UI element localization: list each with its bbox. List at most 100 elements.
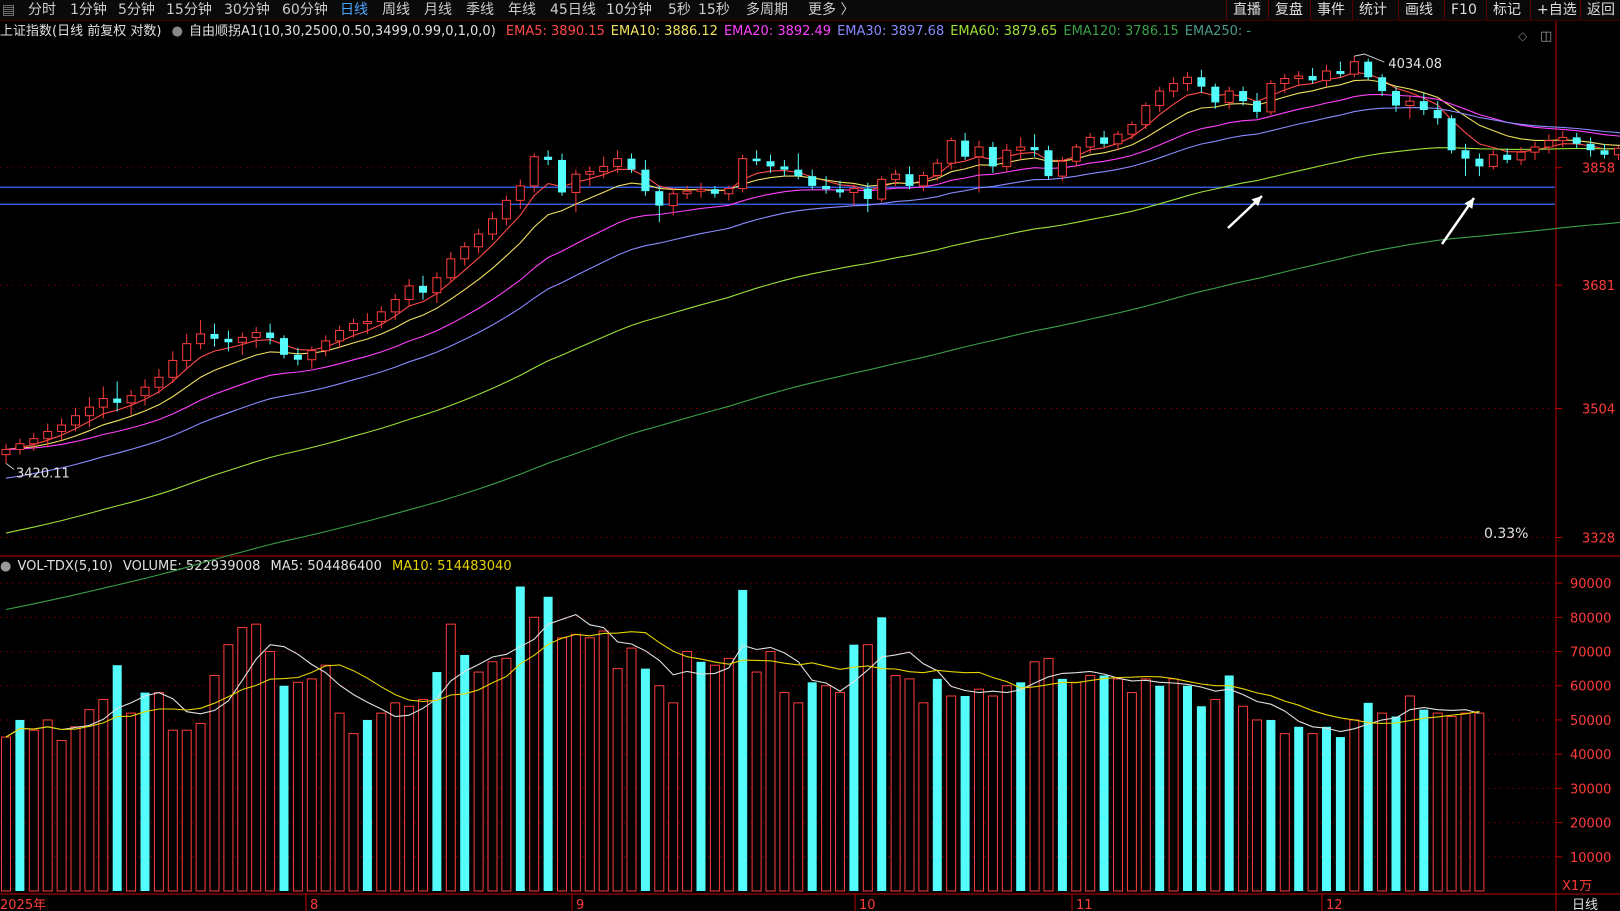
candle-body-down [210, 333, 219, 339]
toolbar-button-6[interactable]: 标记 [1486, 0, 1527, 20]
candle-body-up [724, 188, 734, 195]
volume-value: VOLUME: 522939008 [122, 559, 261, 574]
candle-body-down [1336, 71, 1345, 75]
price-volume-chart[interactable]: 3858 3681 3504 3328 90000 80000 70000 60000 5000… [0, 0, 1620, 911]
volume-bar-up [348, 733, 359, 892]
candle-body-down [808, 176, 817, 186]
toolbar-button-2[interactable]: 事件 [1310, 0, 1351, 20]
candle-body-up [1488, 154, 1498, 167]
toolbar-button-7[interactable]: +自选 [1530, 0, 1583, 20]
toolbar-button-3[interactable]: 统计 [1352, 0, 1393, 20]
annotation-arrow-head [1464, 198, 1474, 209]
volume-bar-up [1432, 712, 1443, 892]
tab-period-0[interactable]: 分时 [28, 0, 56, 20]
volume-bar-up [1349, 719, 1360, 892]
volume-bar-up [1404, 695, 1415, 892]
toolbar-button-1[interactable]: 复盘 [1268, 0, 1309, 20]
candle-body-up [1071, 146, 1081, 162]
toolbar-button-8[interactable]: 返回 [1580, 0, 1620, 20]
tab-period-4[interactable]: 30分钟 [224, 0, 270, 20]
tab-period-6[interactable]: 日线 [340, 0, 368, 20]
candle-body-up [515, 185, 525, 201]
candle-body-up [1183, 76, 1192, 85]
price-legend: 上证指数(日线 前复权 对数) ● 自由顺拐A1(10,30,2500,0.50… [0, 23, 1263, 41]
volume-bar-up [1001, 685, 1012, 892]
candle-body-up [237, 336, 247, 343]
tab-period-10[interactable]: 年线 [508, 0, 536, 20]
volume-bar-up [265, 651, 276, 892]
tab-period-8[interactable]: 月线 [424, 0, 452, 20]
candle-body-down [905, 174, 914, 186]
candle-body-up [1266, 83, 1276, 113]
candle-body-down [280, 338, 288, 355]
tab-period-7[interactable]: 周线 [382, 0, 410, 20]
volume-bar-up [1071, 681, 1082, 892]
menu-icon[interactable]: ▤ [2, 0, 15, 20]
tab-period-15[interactable]: 多周期 [746, 0, 788, 20]
candle-body-up [1349, 61, 1359, 75]
volume-bar-up [1279, 733, 1290, 892]
candle-body-down [419, 285, 427, 293]
period-toolbar: ▤ 分时 1分钟 5分钟 15分钟 30分钟 60分钟 日线 周线 月线 季线 年线 45日线 10分钟… [0, 0, 1620, 21]
candle-body-down [752, 158, 761, 162]
tab-period-13[interactable]: 5秒 [668, 0, 691, 20]
tab-period-16[interactable]: 更多 〉 [808, 0, 854, 20]
volume-bar-down [140, 692, 150, 891]
volume-bar-down [932, 678, 942, 891]
ema-legend: EMA5: 3890.15 EMA10: 3886.12 EMA20: 3892.4… [506, 24, 1257, 39]
indicator-params[interactable]: 自由顺拐A1(10,30,2500,0.50,3499,0.99,0,1,0,0… [189, 24, 496, 39]
volume-bar-down [1224, 675, 1234, 891]
indicator-dot-icon[interactable]: ● [172, 24, 183, 39]
volume-bar-up [1113, 678, 1123, 892]
candle-body-up [376, 311, 386, 323]
volume-bar-up [1210, 698, 1221, 892]
candle-body-down [961, 140, 970, 157]
tab-period-9[interactable]: 季线 [466, 0, 494, 20]
volume-bar-up [821, 685, 832, 892]
tab-period-1[interactable]: 1分钟 [70, 0, 107, 20]
candle-body-up [390, 299, 400, 313]
candle-body-down [1503, 154, 1512, 160]
volume-bar-down [515, 586, 525, 891]
candle-body-up [1141, 105, 1151, 126]
low-price-label: 3420.11 [16, 466, 70, 481]
volume-bar-up [723, 657, 734, 892]
volume-bar-up [487, 661, 498, 892]
volume-bar-up [1085, 674, 1096, 892]
volume-bar-down [1363, 702, 1373, 891]
candle-body-down [113, 398, 122, 403]
toolbar-button-5[interactable]: F10 [1444, 0, 1483, 20]
chart-title: 上证指数(日线 前复权 对数) [0, 24, 162, 39]
candle-body-down [766, 161, 775, 167]
candle-body-up [613, 158, 623, 167]
tab-period-5[interactable]: 60分钟 [282, 0, 328, 20]
tab-period-14[interactable]: 15秒 [698, 0, 730, 20]
candle-body-up [335, 329, 345, 342]
volume-bar-up [598, 630, 609, 892]
candle-body-up [321, 340, 331, 352]
toolbar-button-4[interactable]: 画线 [1398, 0, 1439, 20]
tab-period-3[interactable]: 15分钟 [166, 0, 212, 20]
price-tick-label: 3681 [1582, 279, 1615, 294]
tab-period-2[interactable]: 5分钟 [118, 0, 155, 20]
volume-bar-up [654, 685, 665, 892]
ema-line-120 [5, 221, 1620, 611]
candle-body-up [154, 376, 164, 388]
volume-bar-down [1335, 737, 1345, 891]
volume-bar-up [28, 729, 39, 892]
tab-period-11[interactable]: 45日线 [550, 0, 596, 20]
tab-period-12[interactable]: 10分钟 [606, 0, 652, 20]
candle-body-up [1085, 136, 1095, 148]
volume-tick-label: 90000 [1570, 577, 1611, 592]
toolbar-button-0[interactable]: 直播 [1226, 0, 1267, 20]
candle-body-down [1197, 77, 1206, 87]
collapse-icon[interactable]: ● [0, 559, 11, 574]
price-tick-label: 3504 [1582, 403, 1615, 418]
volume-bar-up [682, 651, 693, 892]
candle-body-up [571, 173, 581, 193]
volume-bar-up [376, 712, 387, 892]
candle-body-up [126, 395, 136, 404]
candle-body-up [585, 171, 595, 175]
candle-body-down [655, 191, 664, 206]
volume-bar-down [1099, 675, 1109, 891]
